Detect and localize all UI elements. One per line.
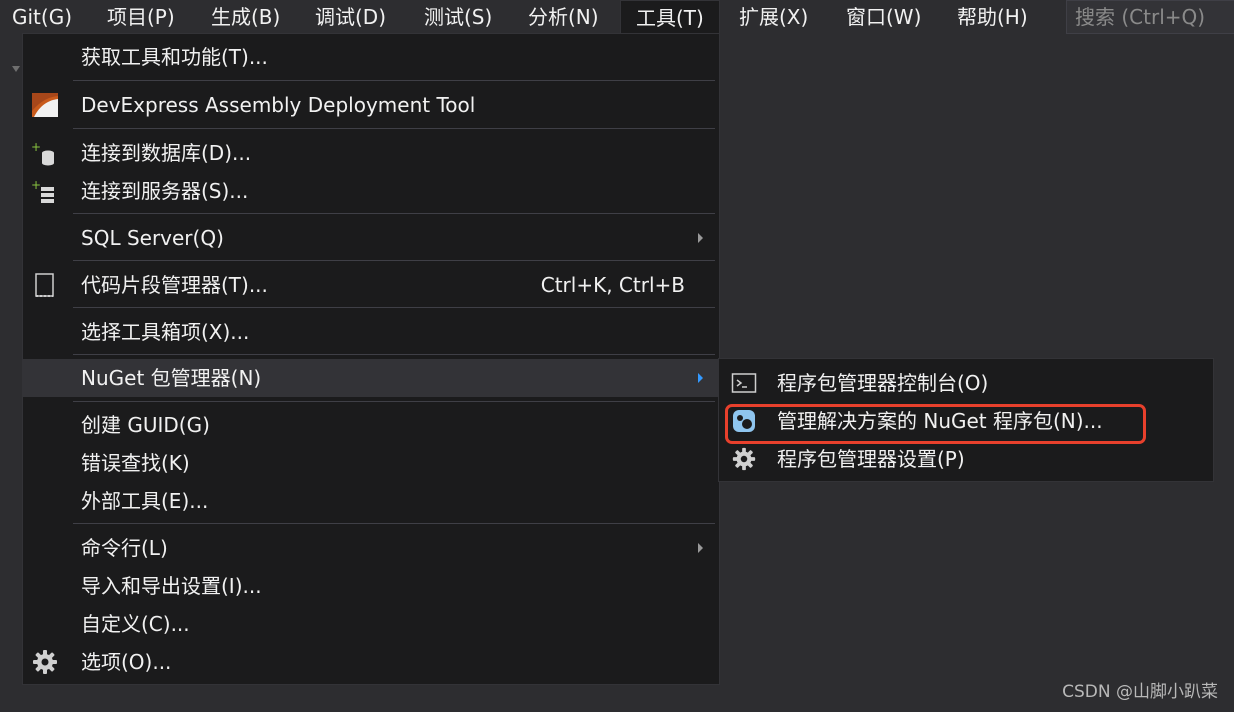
gear-icon xyxy=(31,648,59,676)
menu-item-get-tools[interactable]: 获取工具和功能(T)... xyxy=(23,38,719,76)
submenu-arrow-icon xyxy=(698,373,703,383)
menu-item-nuget-package-manager[interactable]: NuGet 包管理器(N) xyxy=(23,359,719,397)
menu-project[interactable]: 项目(P) xyxy=(97,0,185,34)
connect-database-icon: + xyxy=(31,140,59,168)
menu-item-import-export-settings[interactable]: 导入和导出设置(I)... xyxy=(23,567,719,605)
menu-separator xyxy=(73,128,715,129)
devexpress-icon xyxy=(31,91,59,119)
menu-item-external-tools[interactable]: 外部工具(E)... xyxy=(23,482,719,520)
menu-item-command-line[interactable]: 命令行(L) xyxy=(23,529,719,567)
console-icon xyxy=(731,370,757,396)
menu-separator xyxy=(73,80,715,81)
menu-item-devexpress[interactable]: DevExpress Assembly Deployment Tool xyxy=(23,85,719,125)
svg-text:+: + xyxy=(31,178,41,192)
menu-item-label: 创建 GUID(G) xyxy=(81,413,210,437)
menu-item-choose-toolbox-items[interactable]: 选择工具箱项(X)... xyxy=(23,312,719,352)
menu-item-connect-server[interactable]: + 连接到服务器(S)... xyxy=(23,172,719,210)
menu-item-shortcut: Ctrl+K, Ctrl+B xyxy=(540,273,685,297)
submenu-item-label: 程序包管理器控制台(O) xyxy=(777,371,989,395)
search-box[interactable] xyxy=(1066,0,1234,34)
menu-analyze[interactable]: 分析(N) xyxy=(518,0,609,34)
submenu-item-package-manager-settings[interactable]: 程序包管理器设置(P) xyxy=(719,440,1213,478)
menu-item-label: 自定义(C)... xyxy=(81,612,190,636)
menu-item-label: 命令行(L) xyxy=(81,536,168,560)
gear-icon xyxy=(731,446,757,472)
menu-item-label: 连接到服务器(S)... xyxy=(81,179,249,203)
menu-separator xyxy=(73,523,715,524)
watermark: CSDN @山脚小趴菜 xyxy=(1062,682,1218,702)
menu-item-label: 选项(O)... xyxy=(81,650,172,674)
menu-separator xyxy=(73,307,715,308)
menu-item-connect-database[interactable]: + 连接到数据库(D)... xyxy=(23,134,719,172)
menu-item-label: DevExpress Assembly Deployment Tool xyxy=(81,93,476,117)
code-snippet-icon xyxy=(31,271,59,299)
menu-git[interactable]: Git(G) xyxy=(2,0,82,34)
menu-item-label: 代码片段管理器(T)... xyxy=(81,273,268,297)
svg-text:+: + xyxy=(31,140,41,154)
submenu-item-label: 程序包管理器设置(P) xyxy=(777,447,965,471)
search-input[interactable] xyxy=(1067,1,1234,33)
menu-item-label: NuGet 包管理器(N) xyxy=(81,366,262,390)
collapse-triangle-icon xyxy=(12,66,20,72)
menu-extensions[interactable]: 扩展(X) xyxy=(729,0,818,34)
menu-separator xyxy=(73,260,715,261)
menu-item-sql-server[interactable]: SQL Server(Q) xyxy=(23,218,719,258)
tools-menu: 获取工具和功能(T)... DevExpress Assembly Deploy… xyxy=(22,33,720,685)
menu-item-customize[interactable]: 自定义(C)... xyxy=(23,605,719,643)
menu-item-label: 选择工具箱项(X)... xyxy=(81,320,250,344)
menu-separator xyxy=(73,354,715,355)
menu-tools[interactable]: 工具(T) xyxy=(620,0,720,34)
menu-item-create-guid[interactable]: 创建 GUID(G) xyxy=(23,406,719,444)
menu-window[interactable]: 窗口(W) xyxy=(836,0,931,34)
menu-debug[interactable]: 调试(D) xyxy=(305,0,396,34)
menu-bar: Git(G) 项目(P) 生成(B) 调试(D) 测试(S) 分析(N) 工具(… xyxy=(0,0,1234,34)
connect-server-icon: + xyxy=(31,178,59,206)
menu-item-label: SQL Server(Q) xyxy=(81,226,224,250)
submenu-item-package-manager-console[interactable]: 程序包管理器控制台(O) xyxy=(719,364,1213,402)
menu-help[interactable]: 帮助(H) xyxy=(947,0,1038,34)
menu-separator xyxy=(73,213,715,214)
submenu-arrow-icon xyxy=(698,233,703,243)
submenu-arrow-icon xyxy=(698,543,703,553)
menu-item-label: 连接到数据库(D)... xyxy=(81,141,252,165)
menu-build[interactable]: 生成(B) xyxy=(201,0,290,34)
menu-test[interactable]: 测试(S) xyxy=(414,0,502,34)
menu-item-label: 导入和导出设置(I)... xyxy=(81,574,262,598)
menu-separator xyxy=(73,401,715,402)
annotation-highlight-box xyxy=(725,404,1146,444)
menu-item-error-lookup[interactable]: 错误查找(K) xyxy=(23,444,719,482)
menu-item-code-snippets[interactable]: 代码片段管理器(T)... Ctrl+K, Ctrl+B xyxy=(23,265,719,305)
menu-item-options[interactable]: 选项(O)... xyxy=(23,643,719,681)
menu-item-label: 错误查找(K) xyxy=(81,451,190,475)
menu-item-label: 外部工具(E)... xyxy=(81,489,209,513)
menu-item-label: 获取工具和功能(T)... xyxy=(81,45,268,69)
